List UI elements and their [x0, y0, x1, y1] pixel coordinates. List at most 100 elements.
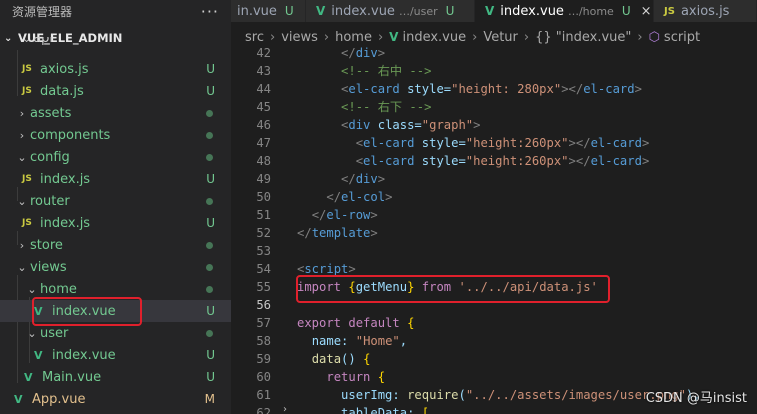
line-number: 60: [256, 370, 271, 384]
code-text: <el-card style="height: 280px"></el-card…: [341, 82, 642, 96]
tab-label: index.vue: [331, 3, 395, 19]
code-line[interactable]: 59 data() {: [231, 350, 757, 368]
breadcrumb-item[interactable]: {} "index.vue": [535, 30, 631, 45]
code-line[interactable]: 60 return {: [231, 368, 757, 386]
code-text: <el-card style="height:260px"></el-card>: [355, 154, 650, 168]
git-status-untracked: U: [206, 304, 215, 318]
line-number: 56: [256, 298, 271, 312]
code-line[interactable]: 45 <!-- 右下 -->: [231, 98, 757, 116]
line-number: 62: [256, 406, 271, 414]
code-line[interactable]: 52 </template>: [231, 224, 757, 242]
code-line[interactable]: 51 </el-row>: [231, 206, 757, 224]
highlight-box: [296, 275, 610, 303]
chevron-down-icon: ⌄: [17, 194, 27, 208]
tab-label: in.vue: [237, 3, 277, 19]
code-text: tableData: [...: [341, 406, 452, 414]
chevron-down-icon: ⌄: [17, 150, 27, 164]
git-status-dot: [206, 263, 213, 271]
javascript-file-icon: JS: [22, 86, 32, 96]
line-number: 46: [256, 118, 271, 132]
code-line[interactable]: 46 <div class="graph">: [231, 116, 757, 134]
tab-home-index[interactable]: V index.vue …/home U ×: [475, 0, 654, 22]
tree-file-app[interactable]: V App.vue M: [0, 388, 231, 410]
watermark: CSDN @马insist: [645, 391, 747, 406]
tree-folder-api[interactable]: ⌄ api: [0, 37, 231, 51]
line-number: 57: [256, 316, 271, 330]
tree-file-user-index[interactable]: V index.vue U: [0, 344, 231, 366]
close-icon[interactable]: ×: [641, 4, 652, 19]
code-line[interactable]: 47 <el-card style="height:260px"></el-ca…: [231, 134, 757, 152]
code-text: return {: [326, 370, 386, 384]
code-text: </el-row>: [311, 208, 378, 222]
line-number: 48: [256, 154, 271, 168]
code-line[interactable]: 48 <el-card style="height:260px"></el-ca…: [231, 152, 757, 170]
git-status-dot: [206, 285, 213, 293]
chevron-right-icon: ›: [19, 106, 25, 120]
git-status-untracked: U: [206, 370, 215, 384]
javascript-file-icon: JS: [664, 5, 675, 17]
javascript-file-icon: JS: [22, 174, 32, 184]
tree-folder-assets[interactable]: › assets: [0, 102, 231, 124]
tab-path: …/home: [567, 4, 614, 18]
vue-file-icon: V: [24, 370, 33, 384]
explorer-sidebar: 资源管理器 ··· ⌄ VUE_ELE_ADMIN ⌄ api JS axios.…: [0, 0, 231, 414]
git-status-dot: [206, 153, 213, 161]
line-number: 55: [256, 280, 271, 294]
tree-folder-views[interactable]: ⌄ views: [0, 256, 231, 278]
tree-folder-config[interactable]: ⌄ config: [0, 146, 231, 168]
javascript-file-icon: JS: [22, 64, 32, 74]
tree-file-router-index[interactable]: JS index.js U: [0, 212, 231, 234]
code-text: <el-card style="height:260px"></el-card>: [355, 136, 650, 150]
tab-user-index[interactable]: V index.vue …/user U: [306, 0, 475, 22]
chevron-down-icon: ⌄: [22, 37, 32, 45]
tree-folder-router[interactable]: ⌄ router: [0, 190, 231, 212]
tab-status: U: [621, 4, 631, 18]
code-text: </div>: [341, 172, 386, 186]
git-status-untracked: U: [206, 62, 215, 76]
breadcrumb-item[interactable]: script: [664, 30, 700, 45]
code-line[interactable]: 57 export default {: [231, 314, 757, 332]
code-line[interactable]: 44 <el-card style="height: 280px"></el-c…: [231, 80, 757, 98]
chevron-right-icon: ›: [19, 238, 25, 252]
code-line[interactable]: 43 <!-- 右中 -->: [231, 62, 757, 80]
chevron-down-icon: ⌄: [27, 282, 37, 296]
code-text: <div class="graph">: [341, 118, 481, 132]
chevron-down-icon: ⌄: [27, 326, 37, 340]
line-number: 42: [256, 46, 271, 60]
fold-chevron-icon[interactable]: ›: [283, 404, 287, 414]
breadcrumb-item[interactable]: views: [281, 30, 318, 45]
tab-main-vue[interactable]: in.vue U: [231, 0, 306, 22]
tree-folder-store[interactable]: › store: [0, 234, 231, 256]
tree-file-main[interactable]: V Main.vue U: [0, 366, 231, 388]
editor-tabs: in.vue U V index.vue …/user U V index.vu…: [231, 0, 757, 22]
tree-file-axios[interactable]: JS axios.js U: [0, 58, 231, 80]
editor-area: in.vue U V index.vue …/user U V index.vu…: [231, 0, 757, 414]
code-line[interactable]: 42 </div>: [231, 44, 757, 62]
tree-file-config-index[interactable]: JS index.js U: [0, 168, 231, 190]
tab-axios-js[interactable]: JS axios.js: [654, 0, 757, 22]
breadcrumb-item[interactable]: home: [335, 30, 372, 45]
breadcrumb-item[interactable]: src: [245, 30, 264, 45]
more-actions-icon[interactable]: ···: [201, 2, 219, 21]
tree-file-data[interactable]: JS data.js U: [0, 80, 231, 102]
code-line[interactable]: 53: [231, 242, 757, 260]
code-line[interactable]: 49 </div>: [231, 170, 757, 188]
git-status-untracked: U: [206, 172, 215, 186]
code-line[interactable]: 50 </el-col>: [231, 188, 757, 206]
git-status-dot: [206, 329, 213, 337]
line-number: 59: [256, 352, 271, 366]
line-number: 51: [256, 208, 271, 222]
breadcrumb-item[interactable]: Vetur: [483, 30, 518, 45]
line-number: 58: [256, 334, 271, 348]
git-status-dot: [206, 131, 213, 139]
tree-folder-components[interactable]: › components: [0, 124, 231, 146]
tab-label: axios.js: [680, 3, 730, 19]
code-text: export default {: [297, 316, 415, 330]
git-status-untracked: U: [206, 84, 215, 98]
code-text: userImg: require("../../assets/images/us…: [341, 388, 701, 402]
symbol-icon: ⬡: [648, 29, 660, 45]
code-text: data() {: [311, 352, 371, 366]
breadcrumb-item[interactable]: index.vue: [402, 30, 466, 45]
git-status-untracked: U: [206, 348, 215, 362]
code-line[interactable]: 58 name: "Home",: [231, 332, 757, 350]
